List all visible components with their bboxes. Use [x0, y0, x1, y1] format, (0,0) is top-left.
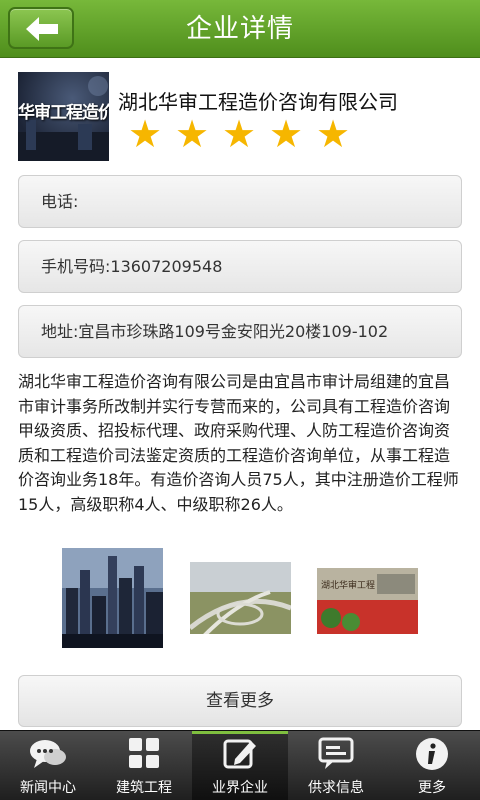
gallery-photo-event[interactable]: 湖北华审工程 — [317, 548, 418, 648]
grid-icon — [129, 738, 159, 768]
phone-field[interactable]: 电话: — [18, 175, 462, 228]
gallery-photo-city[interactable] — [62, 548, 163, 648]
edit-icon — [223, 739, 256, 769]
star-icon: ★ — [128, 112, 163, 156]
nav-label: 建筑工程 — [116, 780, 172, 796]
rating-stars: ★ ★ ★ ★ ★ — [128, 114, 363, 154]
address-field[interactable]: 地址:宜昌市珍珠路109号金安阳光20楼109-102 — [18, 305, 462, 358]
message-icon — [318, 737, 354, 769]
news-chat-icon — [30, 740, 66, 768]
nav-label: 供求信息 — [308, 780, 364, 796]
nav-label: 业界企业 — [212, 780, 268, 796]
star-icon: ★ — [269, 112, 304, 156]
company-description: 湖北华审工程造价咨询有限公司是由宜昌市审计局组建的宜昌市审计事务所改制并实行专营… — [18, 372, 459, 514]
star-icon: ★ — [222, 112, 257, 156]
view-more-button[interactable]: 查看更多 — [18, 675, 462, 727]
bottom-nav: 新闻中心 建筑工程 业界企业 供求信息 更多 — [0, 730, 480, 800]
star-icon: ★ — [175, 112, 210, 156]
nav-label: 新闻中心 — [20, 780, 76, 796]
page-title: 企业详情 — [185, 14, 294, 44]
nav-item-construction[interactable]: 建筑工程 — [96, 731, 192, 800]
nav-item-news[interactable]: 新闻中心 — [0, 731, 96, 800]
photo-caption: 湖北华审工程 — [321, 581, 376, 591]
mobile-field[interactable]: 手机号码:13607209548 — [18, 240, 462, 293]
company-name: 湖北华审工程造价咨询有限公司 — [118, 90, 398, 114]
nav-item-enterprises[interactable]: 业界企业 — [192, 731, 288, 800]
logo-text: 华审工程造价 — [18, 103, 109, 123]
nav-item-more[interactable]: 更多 — [384, 731, 480, 800]
nav-label: 更多 — [418, 780, 446, 796]
top-bar: 企业详情 — [0, 0, 480, 58]
nav-item-supply-demand[interactable]: 供求信息 — [288, 731, 384, 800]
star-icon: ★ — [316, 112, 351, 156]
company-logo: 华审工程造价 — [18, 72, 109, 161]
gallery-photo-interchange[interactable] — [190, 548, 291, 648]
info-icon — [416, 738, 448, 770]
